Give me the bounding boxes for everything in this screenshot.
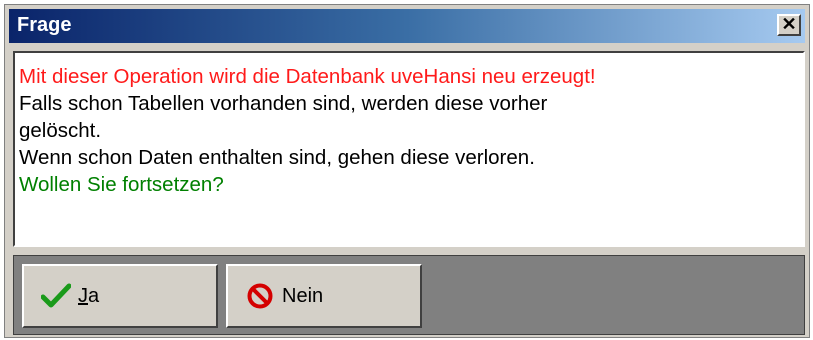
question-dialog: Frage ✕ Mit dieser Operation wird die Da… — [4, 4, 810, 338]
close-button[interactable]: ✕ — [777, 14, 801, 36]
dialog-title: Frage — [17, 14, 72, 36]
no-entry-icon — [244, 280, 276, 312]
message-line-data-lost: Wenn schon Daten enthalten sind, gehen d… — [19, 146, 535, 169]
message-area: Mit dieser Operation wird die Datenbank … — [13, 51, 805, 247]
message-line-question: Wollen Sie fortsetzen? — [19, 173, 224, 196]
no-button-label: Nein — [282, 284, 324, 307]
yes-button-label: Ja — [78, 284, 100, 307]
checkmark-icon — [40, 280, 72, 312]
close-icon: ✕ — [781, 14, 797, 34]
button-bar: Ja Nein — [13, 255, 805, 335]
message-line-deleted: gelöscht. — [19, 119, 102, 142]
no-button[interactable]: Nein — [226, 264, 422, 328]
message-line-tables: Falls schon Tabellen vorhanden sind, wer… — [19, 92, 548, 115]
message-line-warning: Mit dieser Operation wird die Datenbank … — [19, 65, 596, 88]
title-bar[interactable]: Frage ✕ — [9, 9, 805, 43]
yes-button[interactable]: Ja — [22, 264, 218, 328]
